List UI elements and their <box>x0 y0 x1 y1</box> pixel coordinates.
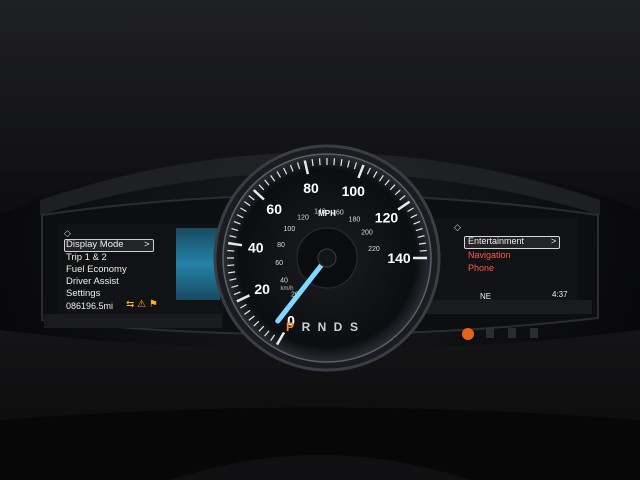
menu-item-navigation[interactable]: Navigation <box>468 250 511 261</box>
gear-d: D <box>333 320 343 334</box>
arrows-icon: ◇ <box>64 228 71 238</box>
speed-label-mph: 80 <box>303 180 319 196</box>
indicator-icon <box>530 328 538 338</box>
speed-label-mph: 140 <box>387 250 411 266</box>
speed-label-mph: 100 <box>342 183 366 199</box>
compass-heading: NE <box>480 292 492 301</box>
speed-label-mph: 20 <box>254 281 270 297</box>
indicator-icon <box>508 328 516 338</box>
speed-label-kmh: 160 <box>332 209 344 216</box>
speed-label-kmh: 220 <box>368 246 380 253</box>
menu-item-trip[interactable]: Trip 1 & 2 <box>66 252 107 263</box>
chevron-right-icon: > <box>551 236 557 246</box>
menu-item-phone[interactable]: Phone <box>468 263 494 274</box>
speed-label-kmh: 120 <box>297 214 309 221</box>
menu-item-driver-assist[interactable]: Driver Assist <box>66 276 119 287</box>
gear-n: N <box>317 320 327 334</box>
seatbelt-warning-icon <box>462 328 474 340</box>
menu-item-entertainment[interactable]: Entertainment <box>468 236 524 247</box>
speed-label-kmh: 100 <box>284 226 296 233</box>
menu-item-display-mode[interactable]: Display Mode <box>66 239 124 250</box>
gear-r: R <box>301 320 311 334</box>
speed-unit-kmh: km/h <box>280 286 293 292</box>
speed-label-mph: 60 <box>266 201 282 217</box>
speedometer: 020406080100120140MPH 204060801001201401… <box>213 144 441 372</box>
speed-tick <box>318 158 321 166</box>
speed-label-kmh: 40 <box>280 277 288 284</box>
gear-p: P <box>285 320 294 334</box>
gear-selector: PRNDS <box>282 320 382 336</box>
left-display-menu: ◇ Display Mode > Trip 1 & 2 Fuel Economy… <box>62 228 220 314</box>
gear-s: S <box>349 320 358 334</box>
speed-label-mph: 120 <box>375 209 399 225</box>
speed-label-kmh: 80 <box>277 242 285 249</box>
odometer: 086196.5mi <box>66 301 114 311</box>
speed-label-mph: 40 <box>248 239 264 255</box>
indicator-icon <box>486 328 494 338</box>
speed-label-kmh: 200 <box>361 229 373 236</box>
speed-tick <box>333 158 336 166</box>
speed-tick <box>227 264 235 267</box>
speed-label-kmh: 60 <box>275 260 283 267</box>
clock-time: 4:37 <box>552 290 568 299</box>
speed-tick <box>419 249 427 252</box>
right-display-menu: ◇ Entertainment > Navigation Phone NE 4:… <box>440 222 580 304</box>
speed-label-kmh: 180 <box>349 217 361 224</box>
menu-item-fuel-economy[interactable]: Fuel Economy <box>66 264 127 275</box>
menu-item-settings[interactable]: Settings <box>66 288 100 299</box>
cruise-control-icon: ⇆ ⚠ ⚑ <box>126 299 158 310</box>
arrows-icon: ◇ <box>454 222 461 232</box>
speed-tick <box>227 249 235 252</box>
speed-label-kmh: 140 <box>314 209 326 216</box>
chevron-right-icon: > <box>144 239 150 250</box>
